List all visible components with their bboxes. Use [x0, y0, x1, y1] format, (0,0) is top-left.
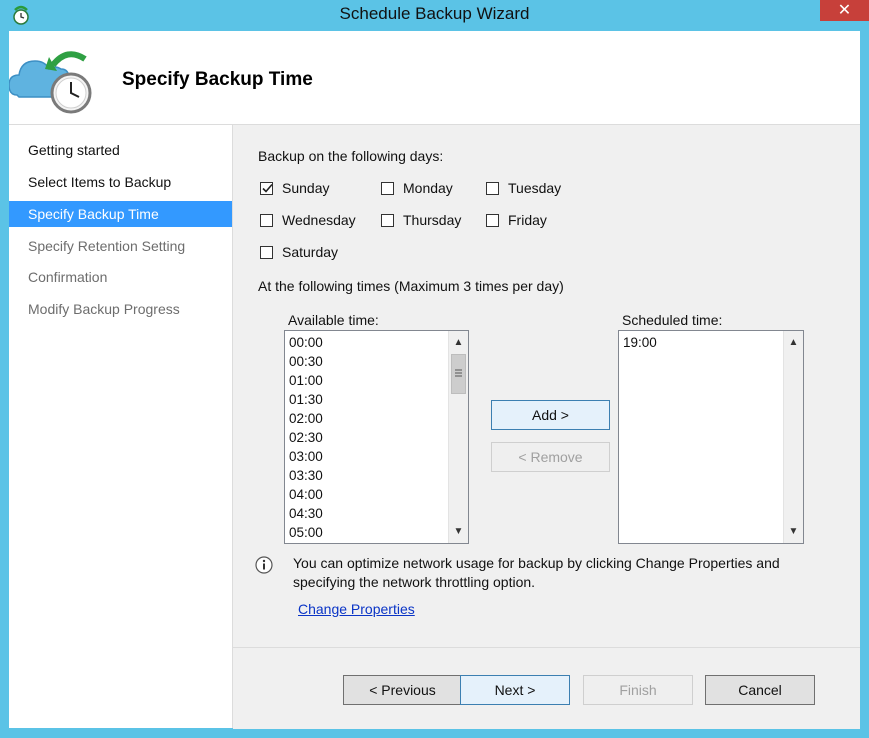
close-button[interactable]: ✕ — [820, 0, 869, 21]
scroll-thumb[interactable] — [451, 354, 466, 394]
time-option[interactable]: 04:30 — [289, 504, 323, 523]
checkbox-label: Sunday — [282, 180, 330, 196]
time-option[interactable]: 03:00 — [289, 447, 323, 466]
checkbox-label: Tuesday — [508, 180, 562, 196]
days-label: Backup on the following days: — [258, 148, 444, 164]
info-line: specifying the network throttling option… — [293, 574, 536, 590]
scroll-up-arrow-icon[interactable]: ▲ — [784, 333, 803, 352]
grip-icon — [455, 369, 462, 377]
friday-checkbox[interactable]: Friday — [486, 210, 547, 230]
remove-time-button[interactable]: < Remove — [491, 442, 610, 472]
scheduled-time-label: Scheduled time: — [622, 312, 723, 328]
tuesday-checkbox[interactable]: Tuesday — [486, 178, 561, 198]
scroll-down-arrow-icon[interactable]: ▼ — [784, 522, 803, 541]
scheduled-time-item[interactable]: 19:00 — [623, 333, 657, 352]
times-label: At the following times (Maximum 3 times … — [258, 278, 564, 294]
checkbox-box[interactable] — [381, 181, 394, 195]
step-getting-started[interactable]: Getting started — [9, 137, 232, 163]
wizard-client: Specify Backup Time Getting started Sele… — [9, 31, 860, 729]
previous-button[interactable]: < Previous — [343, 675, 462, 705]
time-option[interactable]: 00:00 — [289, 333, 323, 352]
next-button[interactable]: Next > — [460, 675, 570, 705]
checkbox-box[interactable] — [486, 181, 499, 195]
change-properties-link[interactable]: Change Properties — [298, 601, 415, 617]
time-option[interactable]: 04:00 — [289, 485, 323, 504]
info-line: You can optimize network usage for backu… — [293, 555, 780, 571]
checkbox-box[interactable] — [260, 213, 273, 227]
checkbox-label: Saturday — [282, 244, 339, 260]
finish-button[interactable]: Finish — [583, 675, 693, 705]
time-option[interactable]: 00:30 — [289, 352, 323, 371]
step-specify-retention: Specify Retention Setting — [28, 238, 186, 254]
scroll-down-arrow-icon[interactable]: ▼ — [449, 522, 468, 541]
step-confirmation: Confirmation — [28, 269, 108, 285]
main-panel: Backup on the following days: Sunday Mon… — [233, 125, 860, 729]
checkbox-box[interactable] — [260, 181, 273, 195]
scheduled-time-listbox[interactable]: 19:00 ▲ ▼ — [618, 330, 804, 544]
checkbox-box[interactable] — [260, 245, 273, 259]
sunday-checkbox[interactable]: Sunday — [260, 178, 329, 198]
time-option[interactable]: 03:30 — [289, 466, 323, 485]
checkbox-label: Monday — [403, 180, 453, 196]
step-select-items[interactable]: Select Items to Backup — [9, 169, 232, 195]
add-time-button[interactable]: Add > — [491, 400, 610, 430]
available-scrollbar[interactable]: ▲ ▼ — [448, 331, 468, 543]
time-option[interactable]: 02:30 — [289, 428, 323, 447]
time-option[interactable]: 02:00 — [289, 409, 323, 428]
title-bar: Schedule Backup Wizard ✕ — [0, 0, 869, 30]
available-time-label: Available time: — [288, 312, 379, 328]
scheduled-scrollbar[interactable]: ▲ ▼ — [783, 331, 803, 543]
wizard-footer: < Previous Next > Finish Cancel — [233, 647, 860, 729]
wednesday-checkbox[interactable]: Wednesday — [260, 210, 356, 230]
wizard-header: Specify Backup Time — [9, 31, 860, 125]
available-time-listbox[interactable]: 00:00 00:30 01:00 01:30 02:00 02:30 03:0… — [284, 330, 469, 544]
thursday-checkbox[interactable]: Thursday — [381, 210, 461, 230]
checkbox-label: Wednesday — [282, 212, 356, 228]
step-modify-progress: Modify Backup Progress — [28, 301, 180, 317]
info-icon — [255, 556, 273, 574]
wizard-steps-sidebar: Getting started Select Items to Backup S… — [9, 125, 233, 728]
checkbox-box[interactable] — [486, 213, 499, 227]
time-option[interactable]: 01:00 — [289, 371, 323, 390]
scroll-up-arrow-icon[interactable]: ▲ — [449, 333, 468, 352]
time-option[interactable]: 05:00 — [289, 523, 323, 542]
throttling-info-text: You can optimize network usage for backu… — [293, 554, 833, 592]
cancel-button[interactable]: Cancel — [705, 675, 815, 705]
checkbox-label: Friday — [508, 212, 547, 228]
page-title: Specify Backup Time — [122, 69, 313, 90]
saturday-checkbox[interactable]: Saturday — [260, 242, 338, 262]
cloud-clock-icon — [9, 51, 92, 114]
step-specify-backup-time[interactable]: Specify Backup Time — [9, 201, 232, 227]
checkbox-label: Thursday — [403, 212, 462, 228]
checkmark-icon — [262, 183, 273, 193]
checkbox-box[interactable] — [381, 213, 394, 227]
window-title: Schedule Backup Wizard — [339, 4, 530, 23]
monday-checkbox[interactable]: Monday — [381, 178, 453, 198]
time-option[interactable]: 01:30 — [289, 390, 323, 409]
